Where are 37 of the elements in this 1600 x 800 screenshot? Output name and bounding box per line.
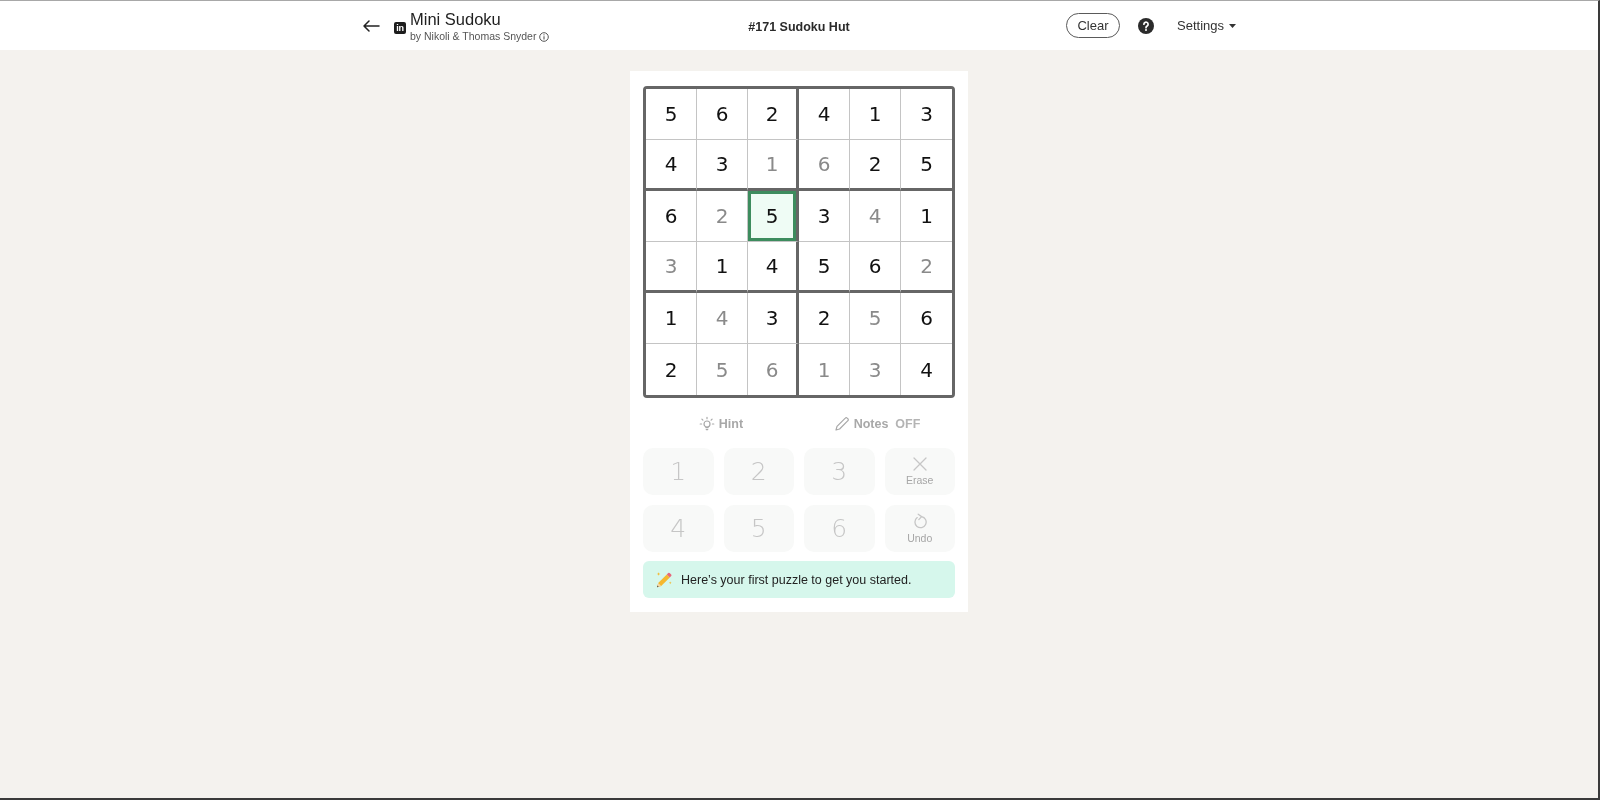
sudoku-cell[interactable]: 2 [748,89,799,140]
sudoku-cell[interactable]: 4 [799,89,850,140]
sudoku-cell[interactable]: 2 [646,344,697,395]
undo-icon [912,513,927,529]
sudoku-cell[interactable]: 5 [748,191,799,242]
info-icon[interactable] [539,31,550,42]
sudoku-cell[interactable]: 5 [646,89,697,140]
brand-logo: in [394,22,406,34]
clear-button[interactable]: Clear [1066,13,1120,38]
message-text: Here’s your first puzzle to get you started. [681,572,912,587]
sudoku-cell[interactable]: 2 [799,293,850,344]
sudoku-cell[interactable]: 6 [646,191,697,242]
sudoku-cell[interactable]: 3 [799,191,850,242]
sudoku-cell[interactable]: 4 [646,140,697,191]
puzzle-title: #171 Sudoku Hut [748,19,850,34]
sudoku-cell[interactable]: 1 [850,89,901,140]
sudoku-cell[interactable]: 2 [850,140,901,191]
caret-icon [1229,23,1236,28]
pencil-icon [833,416,850,432]
back-arrow-icon [362,19,380,32]
sudoku-cell[interactable]: 3 [697,140,748,191]
lightbulb-icon [698,416,715,432]
sudoku-cell[interactable]: 5 [799,242,850,293]
sudoku-cell[interactable]: 3 [901,89,952,140]
back-button[interactable] [362,19,380,32]
sudoku-cell[interactable]: 1 [697,242,748,293]
settings-button[interactable]: Settings [1177,18,1236,33]
sudoku-cell[interactable]: 6 [697,89,748,140]
close-icon [912,457,927,471]
sudoku-cell[interactable]: 4 [748,242,799,293]
sudoku-cell[interactable]: 1 [646,293,697,344]
author-byline: by Nikoli & Thomas Snyder [410,30,537,43]
pencil-sparkle-icon [655,570,673,589]
app-title: Mini Sudoku [410,9,502,29]
sudoku-cell[interactable]: 6 [850,242,901,293]
sudoku-cell[interactable]: 3 [748,293,799,344]
help-icon[interactable] [1138,17,1154,34]
